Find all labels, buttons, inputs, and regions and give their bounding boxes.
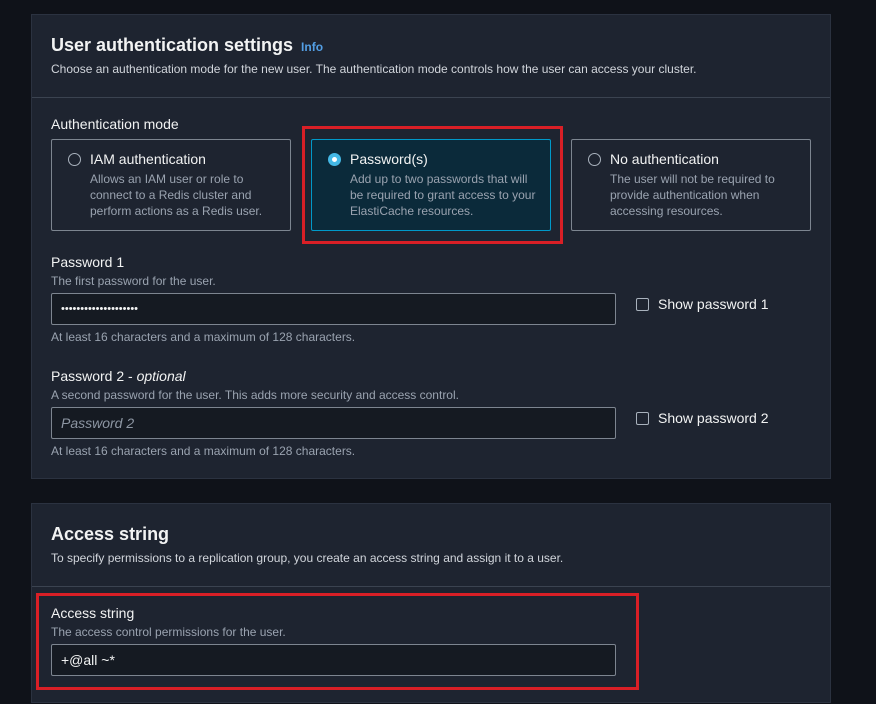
password2-description: A second password for the user. This add…	[51, 388, 459, 402]
auth-mode-none-tile[interactable]: No authentication The user will not be r…	[571, 139, 811, 231]
password2-constraint: At least 16 characters and a maximum of …	[51, 444, 356, 458]
auth-mode-label: Authentication mode	[51, 116, 179, 132]
info-link[interactable]: Info	[301, 40, 323, 54]
tile-description: The user will not be required to provide…	[610, 172, 775, 218]
auth-settings-description: Choose an authentication mode for the ne…	[51, 62, 697, 76]
password1-input[interactable]	[51, 293, 616, 325]
auth-mode-password-tile[interactable]: Password(s) Add up to two passwords that…	[311, 139, 551, 231]
password2-input[interactable]	[51, 407, 616, 439]
tile-description: Add up to two passwords that will be req…	[350, 172, 536, 218]
password2-label: Password 2 - optional	[51, 368, 186, 384]
radio-no-auth[interactable]	[588, 153, 601, 166]
password1-label: Password 1	[51, 254, 125, 270]
access-string-header: Access string To specify permissions to …	[32, 504, 830, 587]
show-password2-checkbox[interactable]	[636, 412, 649, 425]
radio-password[interactable]	[328, 153, 341, 166]
access-string-title: Access string	[51, 524, 170, 544]
password1-constraint: At least 16 characters and a maximum of …	[51, 330, 356, 344]
tile-description: Allows an IAM user or role to connect to…	[90, 172, 263, 218]
auth-settings-header: User authentication settings Info Choose…	[32, 15, 830, 98]
tile-title: Password(s)	[350, 151, 428, 167]
show-password1-checkbox[interactable]	[636, 298, 649, 311]
password2-optional-text: optional	[136, 368, 186, 384]
tile-title: IAM authentication	[90, 151, 206, 167]
access-string-field-label: Access string	[51, 605, 135, 621]
password1-description: The first password for the user.	[51, 274, 216, 288]
access-string-field-description: The access control permissions for the u…	[51, 625, 286, 639]
auth-mode-iam-tile[interactable]: IAM authentication Allows an IAM user or…	[51, 139, 291, 231]
show-password2-label[interactable]: Show password 2	[658, 410, 769, 426]
radio-iam[interactable]	[68, 153, 81, 166]
show-password1-label[interactable]: Show password 1	[658, 296, 769, 312]
access-string-description: To specify permissions to a replication …	[51, 551, 564, 565]
auth-settings-title: User authentication settings	[51, 35, 294, 55]
access-string-input[interactable]	[51, 644, 616, 676]
password2-label-text: Password 2 -	[51, 368, 137, 384]
tile-title: No authentication	[610, 151, 719, 167]
